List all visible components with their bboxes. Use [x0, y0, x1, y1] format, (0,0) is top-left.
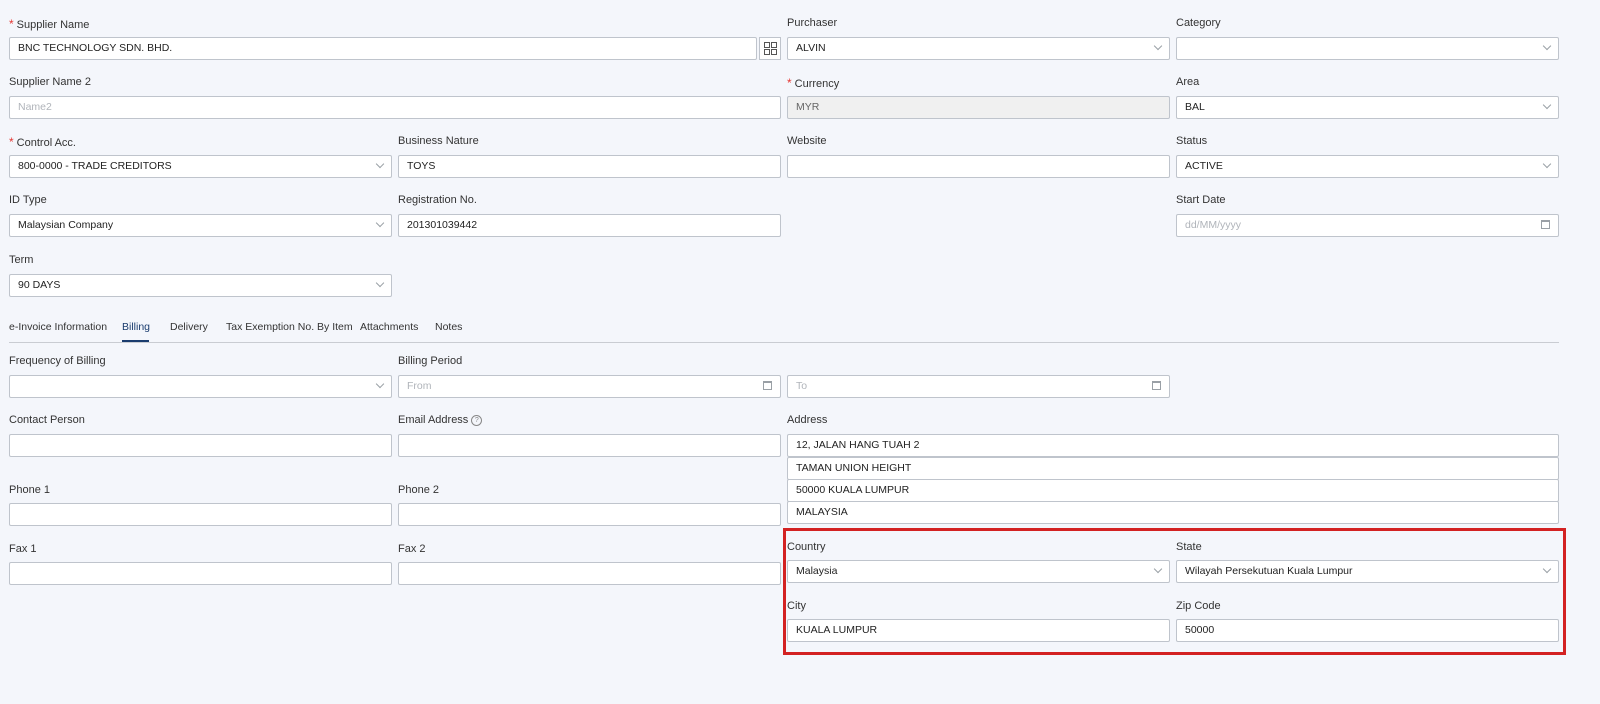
chevron-down-icon: [1542, 159, 1552, 169]
chevron-down-icon: [375, 379, 385, 389]
supplier-name-field[interactable]: BNC TECHNOLOGY SDN. BHD.: [9, 37, 757, 60]
highlight-box: [783, 528, 1566, 655]
phone2-label: Phone 2: [398, 484, 439, 496]
contact-person-label: Contact Person: [9, 414, 85, 426]
area-select[interactable]: BAL: [1176, 96, 1559, 119]
email-address-field[interactable]: [398, 434, 781, 457]
supplier-name2-label: Supplier Name 2: [9, 76, 91, 88]
email-address-label: Email Address?: [398, 414, 483, 426]
control-acc-value: 800-0000 - TRADE CREDITORS: [18, 160, 172, 172]
purchaser-select[interactable]: ALVIN: [787, 37, 1170, 60]
id-type-label: ID Type: [9, 194, 47, 206]
purchaser-label: Purchaser: [787, 17, 838, 29]
tab-notes[interactable]: Notes: [435, 321, 462, 333]
tab-einvoice-information[interactable]: e-Invoice Information: [9, 321, 107, 333]
billing-period-label: Billing Period: [398, 355, 463, 367]
fax2-field[interactable]: [398, 562, 781, 585]
phone2-field[interactable]: [398, 503, 781, 526]
term-label: Term: [9, 254, 34, 266]
address-label: Address: [787, 414, 828, 426]
start-date-placeholder: dd/MM/yyyy: [1185, 219, 1242, 231]
address-line3-field[interactable]: 50000 KUALA LUMPUR: [787, 479, 1559, 502]
website-field[interactable]: [787, 155, 1170, 178]
chevron-down-icon: [1542, 100, 1552, 110]
phone1-label: Phone 1: [9, 484, 50, 496]
id-type-value: Malaysian Company: [18, 219, 114, 231]
billing-to-placeholder: To: [796, 380, 808, 392]
category-select[interactable]: [1176, 37, 1559, 60]
area-label: Area: [1176, 76, 1200, 88]
chevron-down-icon: [375, 218, 385, 228]
currency-label: * Currency: [787, 76, 840, 90]
currency-field: MYR: [787, 96, 1170, 119]
category-label: Category: [1176, 17, 1221, 29]
billing-from-placeholder: From: [407, 380, 432, 392]
status-label: Status: [1176, 135, 1208, 147]
business-nature-field[interactable]: TOYS: [398, 155, 781, 178]
website-label: Website: [787, 135, 827, 147]
start-date-label: Start Date: [1176, 194, 1226, 206]
chevron-down-icon: [1153, 41, 1163, 51]
area-value: BAL: [1185, 101, 1205, 113]
phone1-field[interactable]: [9, 503, 392, 526]
billing-period-from-field[interactable]: From: [398, 375, 781, 398]
address-line2-field[interactable]: TAMAN UNION HEIGHT: [787, 457, 1559, 480]
start-date-field[interactable]: dd/MM/yyyy: [1176, 214, 1559, 237]
status-value: ACTIVE: [1185, 160, 1223, 172]
control-acc-label: * Control Acc.: [9, 135, 76, 149]
calendar-icon[interactable]: [1152, 381, 1161, 390]
term-value: 90 DAYS: [18, 279, 61, 291]
term-select[interactable]: 90 DAYS: [9, 274, 392, 297]
control-acc-select[interactable]: 800-0000 - TRADE CREDITORS: [9, 155, 392, 178]
supplier-name-label: * Supplier Name: [9, 17, 90, 31]
supplier-name2-field[interactable]: Name2: [9, 96, 781, 119]
chevron-down-icon: [1542, 41, 1552, 51]
business-nature-label: Business Nature: [398, 135, 479, 147]
frequency-of-billing-label: Frequency of Billing: [9, 355, 106, 367]
qr-code-icon[interactable]: [759, 37, 781, 60]
status-select[interactable]: ACTIVE: [1176, 155, 1559, 178]
address-line1-field[interactable]: 12, JALAN HANG TUAH 2: [787, 434, 1559, 457]
chevron-down-icon: [375, 278, 385, 288]
contact-person-field[interactable]: [9, 434, 392, 457]
purchaser-value: ALVIN: [796, 42, 826, 54]
help-icon[interactable]: ?: [471, 414, 483, 426]
tab-delivery[interactable]: Delivery: [170, 321, 208, 333]
supplier-name2-placeholder: Name2: [18, 101, 52, 113]
billing-period-to-field[interactable]: To: [787, 375, 1170, 398]
tab-billing[interactable]: Billing: [122, 321, 150, 333]
registration-no-label: Registration No.: [398, 194, 477, 206]
calendar-icon[interactable]: [763, 381, 772, 390]
fax1-label: Fax 1: [9, 543, 37, 555]
fax1-field[interactable]: [9, 562, 392, 585]
tab-divider: [9, 342, 1559, 343]
id-type-select[interactable]: Malaysian Company: [9, 214, 392, 237]
chevron-down-icon: [375, 159, 385, 169]
tab-tax-exemption[interactable]: Tax Exemption No. By Item: [226, 321, 353, 333]
calendar-icon[interactable]: [1541, 220, 1550, 229]
address-line4-field[interactable]: MALAYSIA: [787, 501, 1559, 524]
tab-attachments[interactable]: Attachments: [360, 321, 418, 333]
frequency-of-billing-select[interactable]: [9, 375, 392, 398]
fax2-label: Fax 2: [398, 543, 426, 555]
registration-no-field[interactable]: 201301039442: [398, 214, 781, 237]
